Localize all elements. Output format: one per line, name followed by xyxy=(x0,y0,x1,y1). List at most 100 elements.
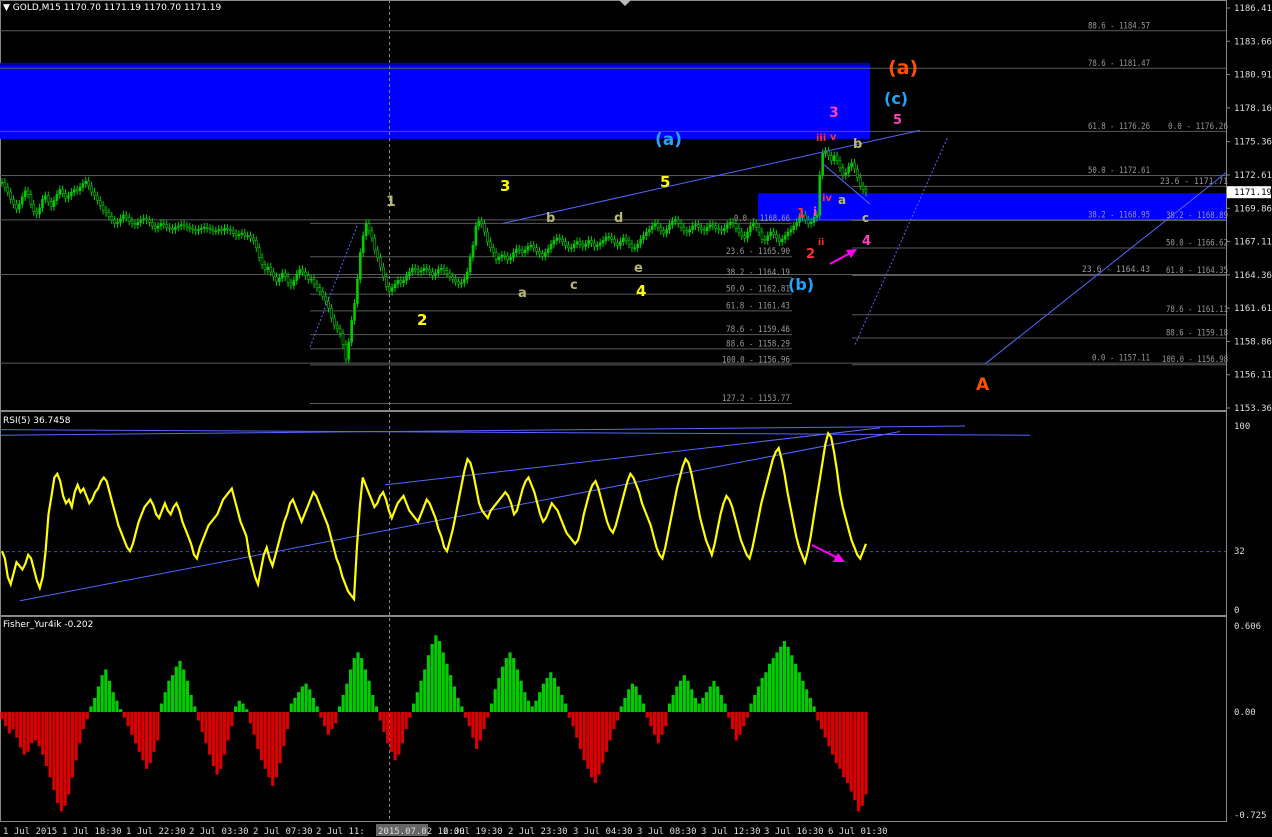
fisher-bar-positive xyxy=(356,652,360,713)
fisher-bar-positive xyxy=(764,672,768,713)
bear-candle xyxy=(370,230,374,239)
bear-candle xyxy=(130,220,134,224)
bull-candle xyxy=(572,243,576,249)
bull-candle xyxy=(347,341,351,360)
bear-candle xyxy=(442,268,446,272)
fisher-bar-positive xyxy=(749,703,753,713)
fisher-bar-positive xyxy=(526,700,531,713)
fisher-bar-negative xyxy=(378,712,382,721)
bear-candle xyxy=(330,307,333,319)
fib-label: 23.6 - 1164.43 xyxy=(1082,265,1150,275)
bull-candle xyxy=(633,247,637,250)
fisher-bar-negative xyxy=(486,712,490,718)
bull-candle xyxy=(844,172,848,176)
bull-candle xyxy=(240,232,244,235)
fisher-bar-positive xyxy=(374,706,379,713)
fisher-bar-negative xyxy=(148,712,152,764)
current-price-label: 1171.19 xyxy=(1234,188,1272,198)
fisher-bar-positive xyxy=(619,706,623,713)
bear-candle xyxy=(341,333,345,345)
bull-candle xyxy=(353,303,356,321)
bear-candle xyxy=(480,220,483,224)
bull-candle xyxy=(44,195,47,200)
fisher-bar-negative xyxy=(211,712,215,767)
bull-candle xyxy=(119,218,122,223)
bear-candle xyxy=(32,203,36,212)
bull-candle xyxy=(587,240,590,245)
bear-candle xyxy=(379,257,382,268)
bear-candle xyxy=(182,224,186,227)
fisher-bar-positive xyxy=(345,683,349,713)
fisher-bar-negative xyxy=(208,712,212,755)
fib-label: 0.0 - 1157.11 xyxy=(1092,354,1150,364)
bear-candle xyxy=(772,231,775,235)
price-tick-label: 1186.41 xyxy=(1234,4,1272,14)
bear-candle xyxy=(9,191,12,200)
bear-candle xyxy=(731,222,735,224)
wave-label: b xyxy=(853,137,862,152)
fisher-bar-positive xyxy=(104,669,108,713)
bull-candle xyxy=(38,207,41,215)
wave-label: iii xyxy=(816,133,826,144)
fib-label: 100.0 - 1156.98 xyxy=(1162,355,1228,365)
wave-label: (a) xyxy=(888,57,918,79)
bull-candle xyxy=(673,219,677,222)
fib-label: 61.8 - 1161.43 xyxy=(726,301,790,311)
bear-candle xyxy=(188,226,192,229)
fisher-bar-positive xyxy=(808,697,812,713)
fib-label: 88.6 - 1158.29 xyxy=(726,339,790,349)
bear-candle xyxy=(679,223,683,228)
fisher-bar-negative xyxy=(326,712,330,735)
bear-candle xyxy=(535,247,538,252)
bear-candle xyxy=(494,252,498,261)
fisher-bar-negative xyxy=(567,712,571,718)
bear-candle xyxy=(685,230,689,233)
bear-candle xyxy=(720,229,723,232)
fib-label: 61.8 - 1164.35 xyxy=(1166,266,1228,276)
bear-candle xyxy=(532,245,535,249)
bull-candle xyxy=(223,228,226,232)
fisher-bar-negative xyxy=(30,712,34,744)
fisher-bar-negative xyxy=(63,712,67,806)
fisher-bar-positive xyxy=(167,680,171,713)
fisher-bar-negative xyxy=(256,712,260,749)
bull-candle xyxy=(72,189,76,193)
fisher-bar-positive xyxy=(493,689,497,713)
fisher-bar-positive xyxy=(93,697,97,713)
bull-candle xyxy=(156,225,160,229)
fisher-bar-positive xyxy=(504,658,508,713)
bear-candle xyxy=(662,230,666,234)
bear-candle xyxy=(98,200,102,206)
fisher-bar-positive xyxy=(760,677,764,713)
fisher-bar-negative xyxy=(152,712,156,752)
wave-label: iv xyxy=(822,193,832,204)
bear-candle xyxy=(249,235,252,239)
fisher-bar-negative xyxy=(475,712,479,749)
bull-candle xyxy=(237,234,241,236)
bear-candle xyxy=(385,276,388,287)
dropdown-arrow-icon[interactable]: ▼ xyxy=(3,3,10,13)
fisher-bar-positive xyxy=(753,695,757,713)
bull-candle xyxy=(546,248,550,253)
fisher-bar-positive xyxy=(489,703,494,713)
bull-candle xyxy=(402,280,405,284)
bear-candle xyxy=(3,182,7,188)
fisher-bar-positive xyxy=(163,692,167,713)
bull-candle xyxy=(766,235,770,241)
bear-candle xyxy=(506,255,509,261)
bull-candle xyxy=(665,229,668,234)
bull-candle xyxy=(200,228,203,230)
bear-candle xyxy=(763,238,767,241)
fisher-bar-negative xyxy=(219,712,223,769)
fisher-bar-negative xyxy=(67,712,71,795)
fisher-bar-negative xyxy=(200,712,204,732)
fisher-bar-positive xyxy=(786,646,790,713)
trading-chart[interactable]: 88.6 - 1184.57 78.6 - 1181.47 61.8 - 1176.… xyxy=(0,0,1272,837)
fisher-bar-positive xyxy=(552,677,557,713)
fisher-bar-negative xyxy=(615,712,620,721)
bull-candle xyxy=(746,231,749,239)
price-tick-label: 1158.86 xyxy=(1234,337,1272,347)
symbol-header[interactable]: ▼ GOLD,M15 1170.70 1171.19 1170.70 1171.… xyxy=(3,3,221,13)
bear-candle xyxy=(318,287,322,292)
symbol-ohlc-text: GOLD,M15 1170.70 1171.19 1170.70 1171.19 xyxy=(12,3,222,13)
